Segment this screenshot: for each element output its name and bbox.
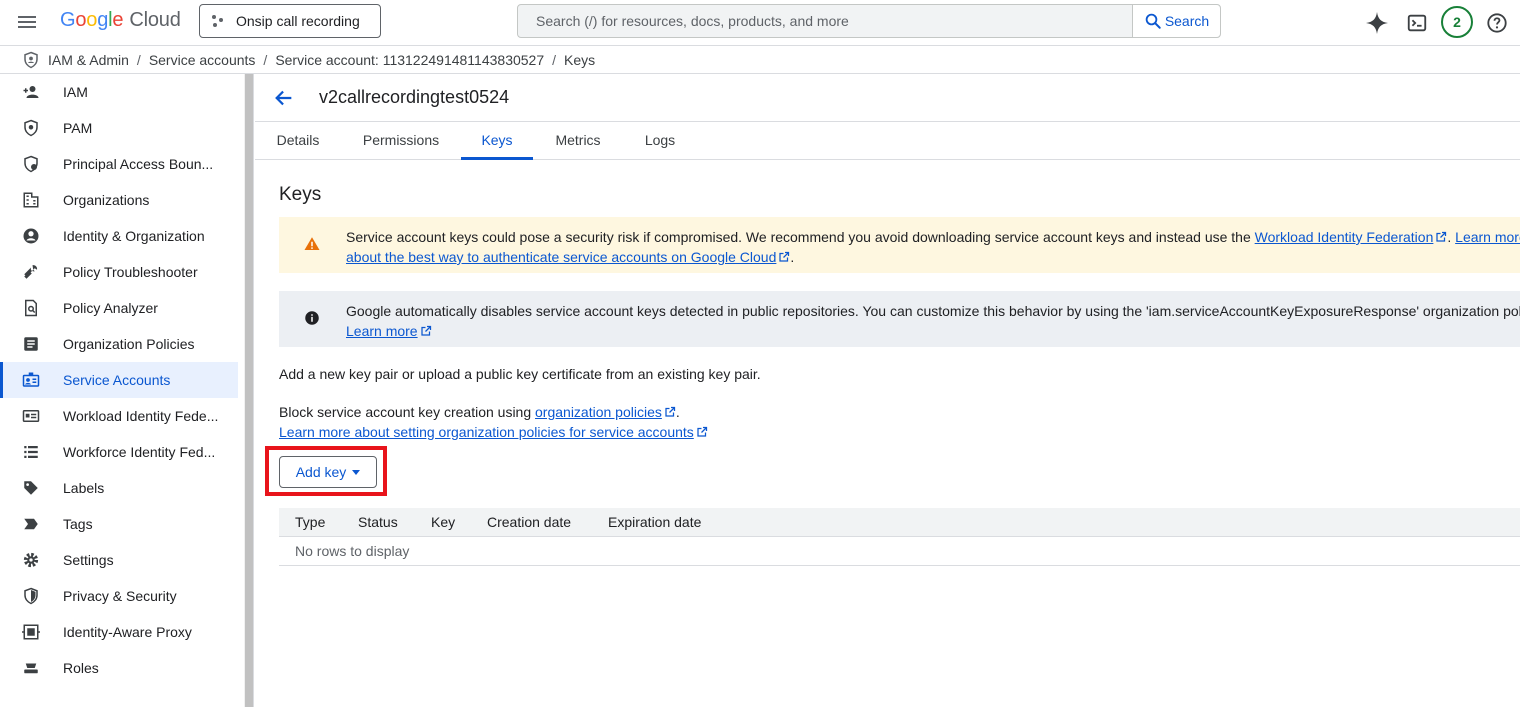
security-warning-banner: Service account keys could pose a securi… <box>279 217 1520 273</box>
person-add-icon <box>22 83 40 101</box>
tab-keys[interactable]: Keys <box>461 122 533 160</box>
breadcrumb: IAM & Admin / Service accounts / Service… <box>0 46 1520 74</box>
sidebar-item-iam[interactable]: IAM <box>0 74 244 110</box>
tab-bar: Details Permissions Keys Metrics Logs <box>255 122 1520 160</box>
sidebar-item-workload-identity[interactable]: Workload Identity Fede... <box>0 398 244 434</box>
sidebar-item-identity-aware-proxy[interactable]: Identity-Aware Proxy <box>0 614 244 650</box>
search-icon <box>1145 13 1161 29</box>
authenticate-best-way-link[interactable]: about the best way to authenticate servi… <box>346 249 776 265</box>
tab-details[interactable]: Details <box>275 122 321 160</box>
workload-identity-federation-link[interactable]: Workload Identity Federation <box>1255 229 1434 245</box>
cloud-shell-terminal-icon[interactable] <box>1405 11 1429 35</box>
service-account-icon <box>22 371 40 389</box>
tab-permissions[interactable]: Permissions <box>361 122 441 160</box>
tag-icon <box>22 479 40 497</box>
sidebar-item-pam[interactable]: PAM <box>0 110 244 146</box>
sidebar-item-settings[interactable]: Settings <box>0 542 244 578</box>
google-cloud-logo[interactable]: Google Cloud <box>60 9 181 32</box>
organization-policies-link[interactable]: organization policies <box>535 404 662 420</box>
breadcrumb-iam-admin[interactable]: IAM & Admin <box>48 52 129 68</box>
label-arrow-icon <box>22 515 40 533</box>
building-icon <box>22 191 40 209</box>
shield-gear-icon <box>22 155 40 173</box>
main-content: v2callrecordingtest0524 Details Permissi… <box>255 74 1520 707</box>
learn-more-link[interactable]: Learn more <box>1455 229 1520 245</box>
gemini-sparkle-icon[interactable] <box>1365 11 1389 35</box>
org-policies-learn-more-link[interactable]: Learn more about setting organization po… <box>279 424 694 440</box>
account-circle-icon <box>22 227 40 245</box>
section-title: Keys <box>279 184 322 205</box>
gear-icon <box>22 551 40 569</box>
breadcrumb-keys: Keys <box>564 51 596 68</box>
keys-table-header: Type Status Key Creation date Expiration… <box>279 508 1520 537</box>
search-input[interactable] <box>518 5 1132 37</box>
sidebar-nav: IAM PAM Principal Access Boun... Organiz… <box>0 74 244 707</box>
sidebar-item-workforce-identity[interactable]: Workforce Identity Fed... <box>0 434 244 470</box>
title-row: v2callrecordingtest0524 <box>255 74 1520 122</box>
table-empty-row: No rows to display <box>279 537 1520 566</box>
notification-count-badge[interactable]: 2 <box>1441 6 1473 38</box>
search-button[interactable]: Search <box>1132 5 1220 37</box>
column-header-status[interactable]: Status <box>358 514 398 530</box>
info-icon <box>305 311 319 325</box>
list-doc-icon <box>22 335 40 353</box>
sidebar-item-principal-access[interactable]: Principal Access Boun... <box>0 146 244 182</box>
external-link-icon <box>420 325 431 336</box>
project-dots-icon <box>212 15 224 27</box>
shield-half-icon <box>22 587 40 605</box>
sidebar-item-policy-analyzer[interactable]: Policy Analyzer <box>0 290 244 326</box>
search-bar: Search <box>517 4 1221 38</box>
sidebar-item-roles[interactable]: Roles <box>0 650 244 686</box>
info-text: Google automatically disables service ac… <box>346 303 1520 339</box>
sidebar-item-policy-troubleshooter[interactable]: Policy Troubleshooter <box>0 254 244 290</box>
back-arrow-icon[interactable] <box>273 87 295 109</box>
page-title: v2callrecordingtest0524 <box>319 87 510 107</box>
warning-text: Service account keys could pose a securi… <box>346 227 1520 267</box>
info-learn-more-link[interactable]: Learn more <box>346 323 418 339</box>
project-name: Onsip call recording <box>236 13 360 29</box>
document-search-icon <box>22 299 40 317</box>
sidebar-scroll-thumb[interactable] <box>245 74 253 707</box>
sidebar-item-identity-organization[interactable]: Identity & Organization <box>0 218 244 254</box>
dropdown-caret-icon <box>352 469 361 475</box>
iam-shield-icon <box>24 51 38 68</box>
tab-logs[interactable]: Logs <box>643 122 677 160</box>
breadcrumb-service-account[interactable]: Service account: 113122491481143830527 <box>275 52 544 68</box>
sidebar-scrollbar[interactable] <box>244 74 254 707</box>
info-banner: Google automatically disables service ac… <box>279 291 1520 347</box>
sidebar-item-labels[interactable]: Labels <box>0 470 244 506</box>
sidebar-item-privacy-security[interactable]: Privacy & Security <box>0 578 244 614</box>
add-key-description: Add a new key pair or upload a public ke… <box>279 366 761 382</box>
external-link-icon <box>779 251 790 262</box>
column-header-expiration-date[interactable]: Expiration date <box>608 514 701 530</box>
sidebar-item-organizations[interactable]: Organizations <box>0 182 244 218</box>
external-link-icon <box>1436 231 1447 242</box>
top-header: Google Cloud Onsip call recording Search … <box>0 0 1520 46</box>
external-link-icon <box>697 426 707 437</box>
sidebar-item-tags[interactable]: Tags <box>0 506 244 542</box>
warning-icon <box>304 237 320 250</box>
sidebar-item-service-accounts[interactable]: Service Accounts <box>0 362 238 398</box>
external-link-icon <box>665 406 675 417</box>
sidebar-item-organization-policies[interactable]: Organization Policies <box>0 326 244 362</box>
breadcrumb-service-accounts[interactable]: Service accounts <box>149 52 256 68</box>
menu-icon[interactable] <box>16 12 38 34</box>
proxy-icon <box>22 623 40 641</box>
shield-icon <box>22 119 40 137</box>
column-header-creation-date[interactable]: Creation date <box>487 514 571 530</box>
help-icon[interactable] <box>1485 11 1509 35</box>
empty-table-text: No rows to display <box>295 543 410 559</box>
add-key-button[interactable]: Add key <box>279 456 377 488</box>
block-key-creation-text: Block service account key creation using… <box>279 402 708 442</box>
list-icon <box>22 443 40 461</box>
id-card-icon <box>22 407 40 425</box>
project-picker-button[interactable]: Onsip call recording <box>199 4 381 38</box>
roles-icon <box>22 659 40 677</box>
column-header-type[interactable]: Type <box>295 514 325 530</box>
wrench-icon <box>22 263 40 281</box>
column-header-key[interactable]: Key <box>431 514 455 530</box>
tab-metrics[interactable]: Metrics <box>553 122 603 160</box>
